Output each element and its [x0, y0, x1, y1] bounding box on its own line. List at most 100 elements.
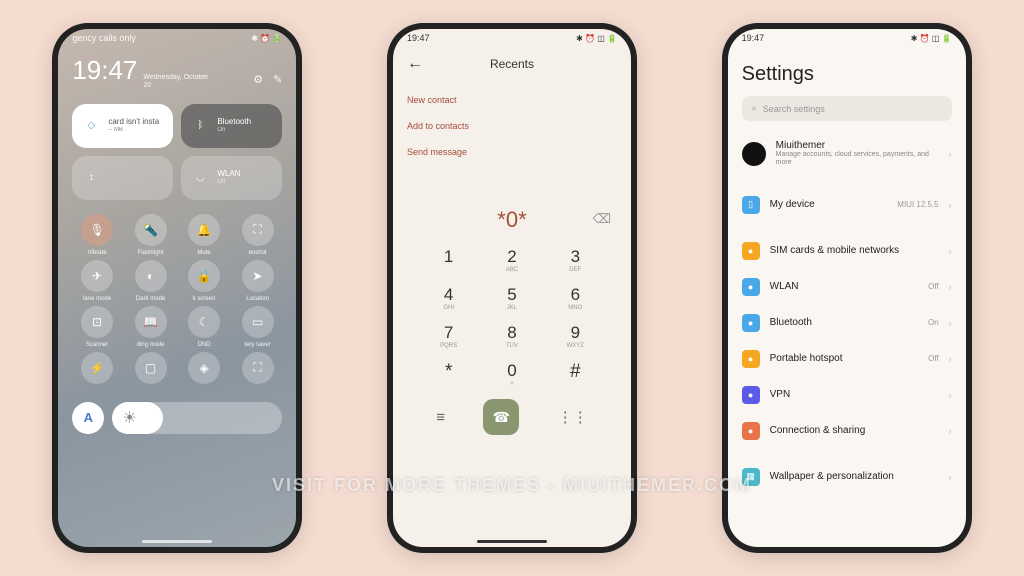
keypad-key[interactable]: 8TUV: [480, 317, 543, 355]
toggle-icon: ⚡: [81, 352, 113, 384]
toggle-icon: ⊡: [81, 306, 113, 338]
tile-audio[interactable]: ↕: [72, 156, 173, 200]
settings-icon: ●: [742, 314, 760, 332]
toggle-item[interactable]: 🔔Mute: [179, 214, 229, 256]
toggle-icon: ☾: [188, 306, 220, 338]
keypad-key[interactable]: 7PQRS: [417, 317, 480, 355]
toggle-icon: 🎙: [81, 214, 113, 246]
keypad-key[interactable]: *: [417, 355, 480, 393]
settings-item[interactable]: ●Portable hotspotOff›: [728, 341, 966, 377]
chevron-right-icon: ›: [949, 149, 952, 159]
dialer-option[interactable]: Add to contacts: [407, 113, 617, 139]
backspace-icon[interactable]: ⌫: [593, 211, 611, 227]
account-item[interactable]: Miuithemer Manage accounts, cloud servic…: [728, 131, 966, 177]
menu-icon[interactable]: ≡: [436, 409, 445, 426]
toggle-icon: ◈: [188, 352, 220, 384]
keypad-key[interactable]: 0+: [480, 355, 543, 393]
chevron-right-icon: ›: [949, 426, 952, 436]
edit-icon[interactable]: ✎: [273, 73, 282, 86]
toggle-item[interactable]: ⚡: [72, 352, 122, 388]
toggle-item[interactable]: ▭tery saver: [233, 306, 283, 348]
toggle-item[interactable]: 🔦Flashlight: [126, 214, 176, 256]
tile-wlan[interactable]: ◡ WLAN Off: [181, 156, 282, 200]
toggle-icon: ▢: [135, 352, 167, 384]
keypad: 12ABC3DEF 4GHI5JKL6MNO 7PQRS8TUV9WXYZ *0+#: [393, 241, 631, 393]
call-button[interactable]: ☎: [483, 399, 519, 435]
status-time: 19:47: [742, 33, 765, 43]
search-icon: ⌕: [752, 103, 757, 114]
auto-brightness-button[interactable]: A: [72, 402, 104, 434]
wallpaper-item[interactable]: ▦ Wallpaper & personalization ›: [728, 459, 966, 495]
settings-item[interactable]: ●VPN›: [728, 377, 966, 413]
status-bar: 19:47 ✱ ⏰ ◫ 🔋: [393, 29, 631, 47]
gear-icon[interactable]: ⚙: [253, 73, 263, 86]
status-icons: ✱ ⏰ ◫ 🔋: [911, 34, 952, 43]
toggle-icon: ⛶: [242, 352, 274, 384]
chevron-right-icon: ›: [949, 282, 952, 292]
toggle-icon: 🔔: [188, 214, 220, 246]
dialer-title: Recents: [407, 57, 617, 71]
phone-settings: 19:47 ✱ ⏰ ◫ 🔋 Settings ⌕ Search settings…: [722, 23, 972, 553]
settings-icon: ●: [742, 278, 760, 296]
keypad-key[interactable]: 6MNO: [544, 279, 607, 317]
keypad-key[interactable]: #: [544, 355, 607, 393]
toggle-item[interactable]: 🔒k screen: [179, 260, 229, 302]
audio-icon: ↕: [82, 169, 100, 187]
toggle-item[interactable]: ◈: [179, 352, 229, 388]
status-icons: ✱ ⏰ ◫ 🔋: [576, 34, 617, 43]
drop-icon: ◇: [82, 117, 100, 135]
toggle-item[interactable]: ▢: [126, 352, 176, 388]
settings-item[interactable]: ●Connection & sharing›: [728, 413, 966, 449]
avatar: [742, 142, 766, 166]
chevron-right-icon: ›: [949, 390, 952, 400]
chevron-right-icon: ›: [949, 246, 952, 256]
dialed-number: *0*: [497, 207, 526, 232]
device-icon: ▯: [742, 196, 760, 214]
phone-dialer: 19:47 ✱ ⏰ ◫ 🔋 ← Recents New contactAdd t…: [387, 23, 637, 553]
toggle-icon: ◐: [135, 260, 167, 292]
home-indicator[interactable]: [477, 540, 547, 543]
settings-item[interactable]: ●BluetoothOn›: [728, 305, 966, 341]
chevron-right-icon: ›: [949, 354, 952, 364]
chevron-right-icon: ›: [949, 318, 952, 328]
search-input[interactable]: ⌕ Search settings: [742, 96, 952, 121]
toggle-item[interactable]: ⊡Scanner: [72, 306, 122, 348]
toggle-item[interactable]: ⛶enshot: [233, 214, 283, 256]
status-icons: ✱ ⏰ 🔋: [251, 34, 282, 43]
toggle-item[interactable]: ☾DND: [179, 306, 229, 348]
keypad-key[interactable]: 1: [417, 241, 480, 279]
mydevice-item[interactable]: ▯ My device MIUI 12.5.5 ›: [728, 187, 966, 223]
keypad-toggle-icon[interactable]: ⋮⋮: [558, 408, 588, 426]
keypad-key[interactable]: 3DEF: [544, 241, 607, 279]
toggle-item[interactable]: ◐Dark mode: [126, 260, 176, 302]
status-time: 19:47: [407, 33, 430, 43]
settings-icon: ●: [742, 422, 760, 440]
dialer-option[interactable]: Send message: [407, 139, 617, 165]
toggle-item[interactable]: ➤Location: [233, 260, 283, 302]
status-bar: gency calls only ✱ ⏰ 🔋: [58, 29, 296, 47]
toggle-icon: ✈: [81, 260, 113, 292]
chevron-right-icon: ›: [949, 200, 952, 210]
settings-icon: ●: [742, 350, 760, 368]
carrier-text: gency calls only: [72, 33, 136, 43]
settings-item[interactable]: ●WLANOff›: [728, 269, 966, 305]
toggle-icon: 📖: [135, 306, 167, 338]
status-bar: 19:47 ✱ ⏰ ◫ 🔋: [728, 29, 966, 47]
settings-icon: ●: [742, 386, 760, 404]
settings-item[interactable]: ●SIM cards & mobile networks›: [728, 233, 966, 269]
tile-bluetooth[interactable]: ᛒ Bluetooth On: [181, 104, 282, 148]
keypad-key[interactable]: 2ABC: [480, 241, 543, 279]
tile-data[interactable]: ◇ card isn't insta -- MB: [72, 104, 173, 148]
brightness-icon: ☀: [122, 408, 136, 428]
keypad-key[interactable]: 5JKL: [480, 279, 543, 317]
dialer-option[interactable]: New contact: [407, 87, 617, 113]
keypad-key[interactable]: 9WXYZ: [544, 317, 607, 355]
toggle-item[interactable]: ⛶: [233, 352, 283, 388]
home-indicator[interactable]: [142, 540, 212, 543]
toggle-item[interactable]: 📖ding mode: [126, 306, 176, 348]
wallpaper-icon: ▦: [742, 468, 760, 486]
toggle-item[interactable]: 🎙Vibrate: [72, 214, 122, 256]
brightness-slider[interactable]: ☀: [112, 402, 282, 434]
keypad-key[interactable]: 4GHI: [417, 279, 480, 317]
toggle-item[interactable]: ✈lane mode: [72, 260, 122, 302]
